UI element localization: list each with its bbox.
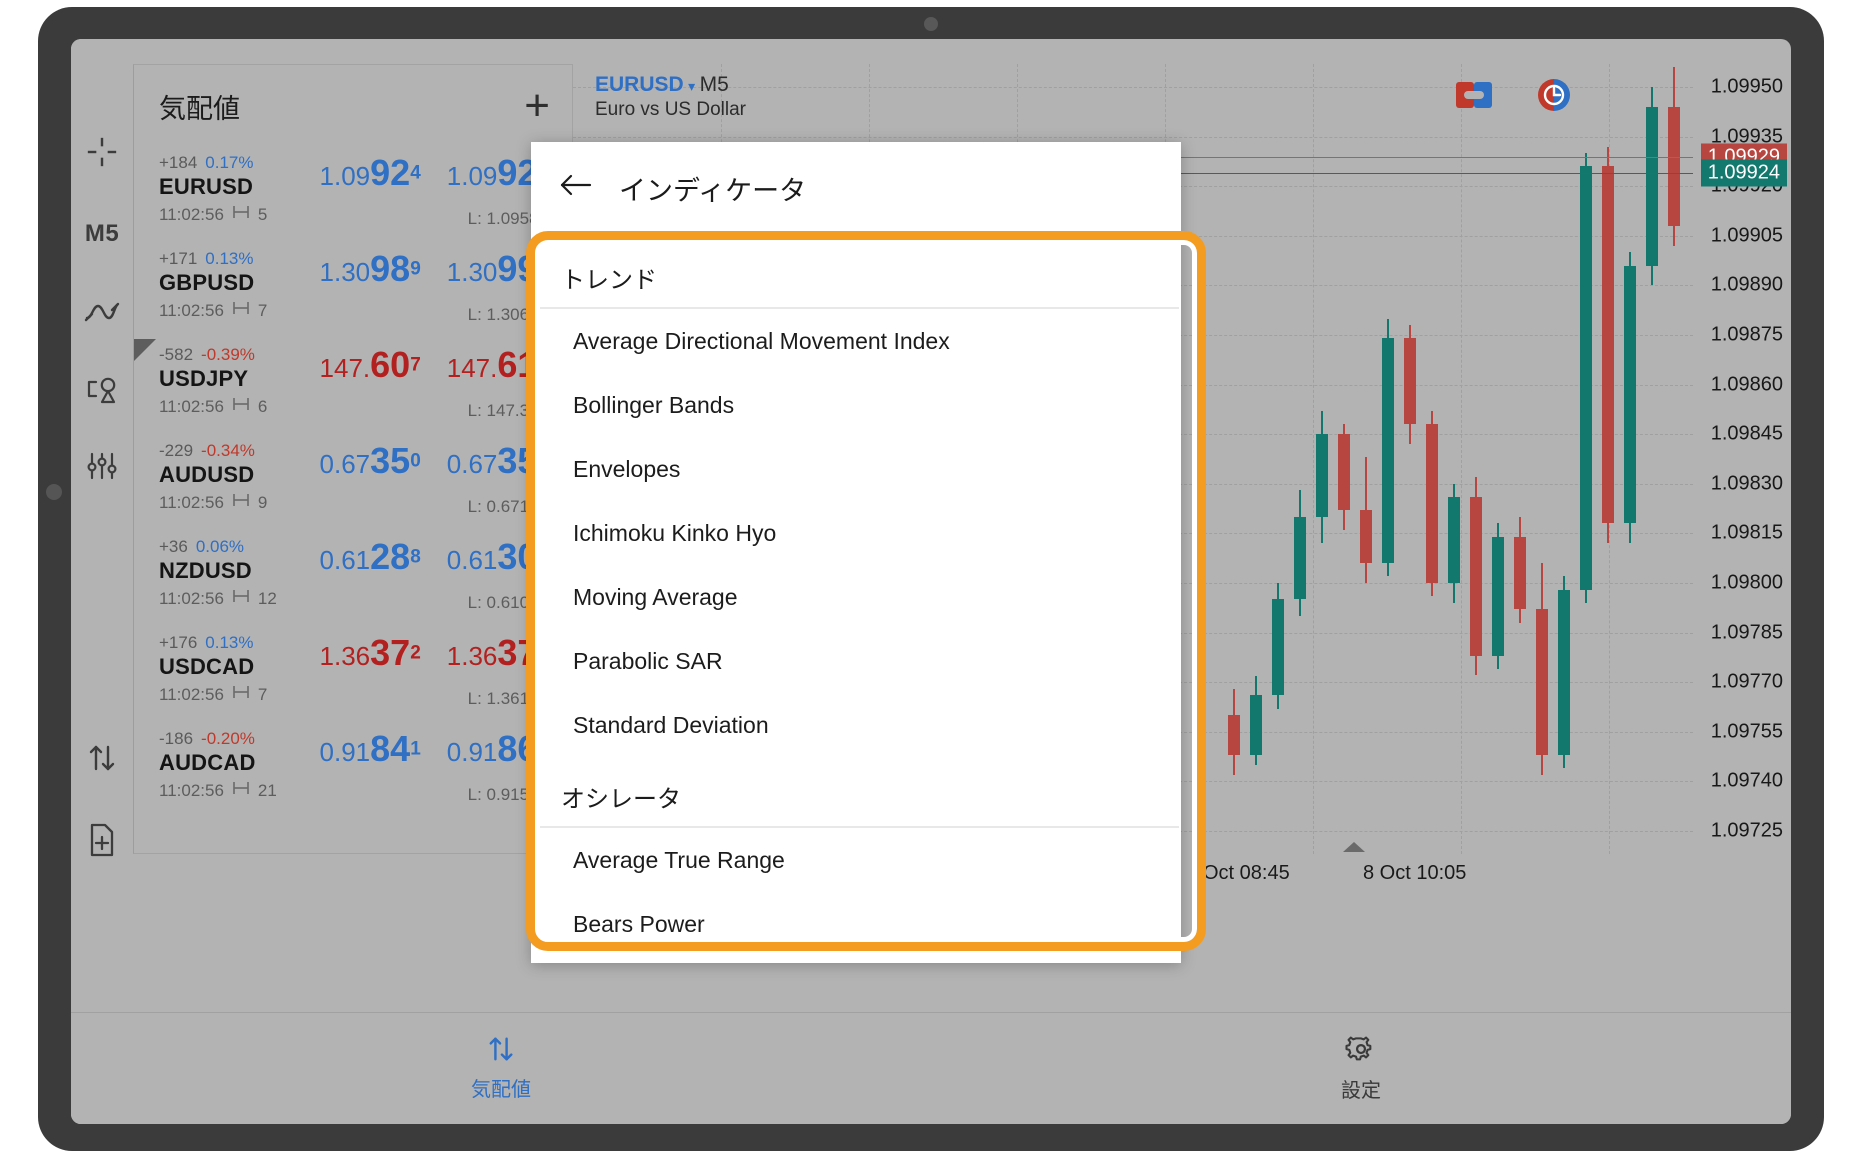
indicator-section-heading: オシレータ — [531, 757, 1179, 828]
indicator-list-item[interactable]: Parabolic SAR — [531, 629, 1181, 693]
device-side-button[interactable] — [46, 484, 62, 500]
app-screen: M5 気配値 + +184 0.17% EURUSD 11:02:56 5 1.… — [71, 39, 1791, 1124]
indicator-list-item[interactable]: Envelopes — [531, 437, 1181, 501]
tablet-device-frame: M5 気配値 + +184 0.17% EURUSD 11:02:56 5 1.… — [38, 7, 1824, 1151]
indicator-list-item[interactable]: Bollinger Bands — [531, 373, 1181, 437]
indicator-list-item[interactable]: Average True Range — [531, 828, 1181, 892]
indicator-list-item[interactable]: Moving Average — [531, 565, 1181, 629]
indicator-list-item[interactable]: Average Directional Movement Index — [531, 309, 1181, 373]
indicator-section-heading: トレンド — [531, 234, 1179, 309]
arrow-left-icon[interactable] — [559, 173, 593, 203]
indicators-dialog: インディケータ トレンド Average Directional Movement… — [531, 142, 1181, 963]
dialog-header: インディケータ — [531, 142, 1181, 234]
dialog-title: インディケータ — [619, 175, 807, 206]
indicator-list-item[interactable]: Bears Power — [531, 892, 1181, 956]
device-camera — [924, 17, 938, 31]
indicator-list-item[interactable]: Standard Deviation — [531, 693, 1181, 757]
screenshot-root: M5 気配値 + +184 0.17% EURUSD 11:02:56 5 1.… — [0, 0, 1862, 1158]
indicator-list-item[interactable]: Ichimoku Kinko Hyo — [531, 501, 1181, 565]
indicator-list[interactable]: トレンド Average Directional Movement Index Bo… — [531, 234, 1181, 963]
